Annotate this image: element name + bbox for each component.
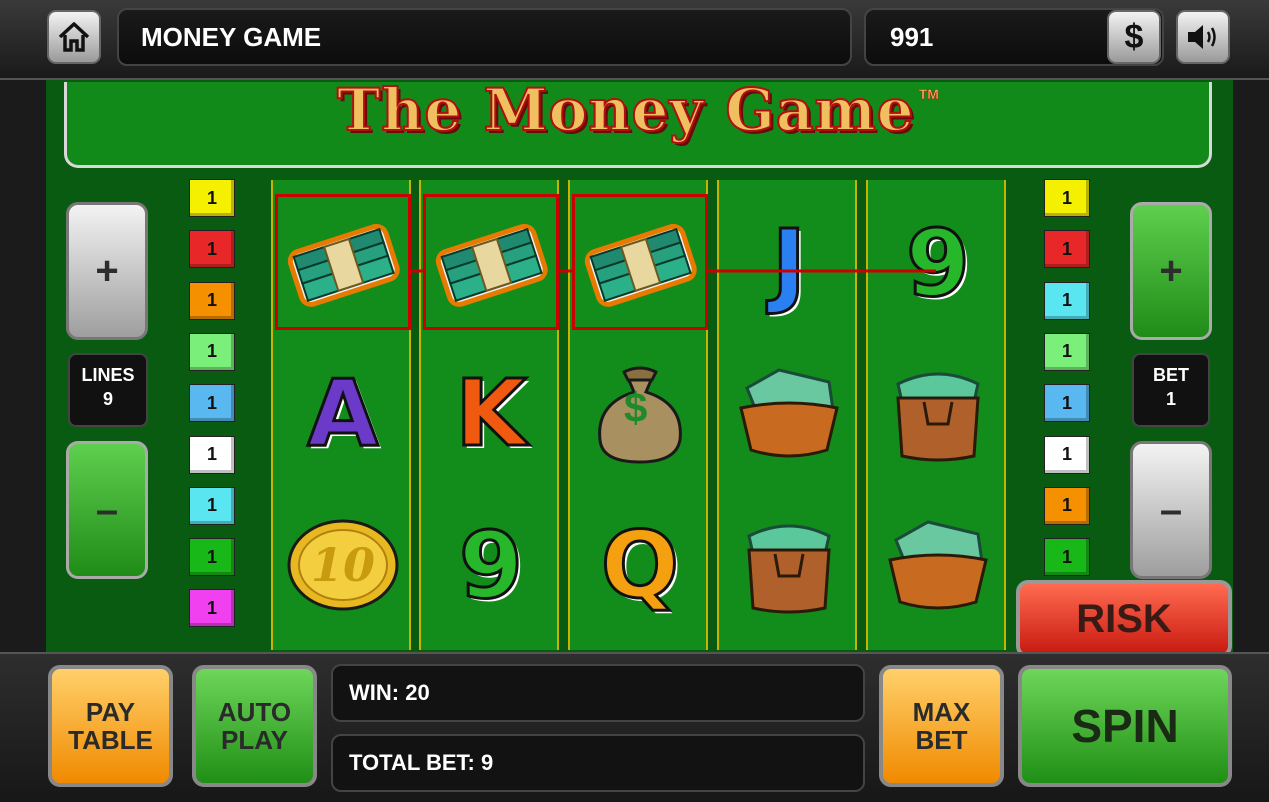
auto-play-label-1: AUTO [217, 697, 292, 727]
auto-play-button[interactable]: AUTO PLAY [192, 665, 317, 787]
win-panel: WIN: 20 [331, 664, 865, 722]
max-bet-label-2: BET [915, 725, 968, 755]
spin-label: SPIN [1071, 700, 1179, 752]
risk-button[interactable]: RISK [1016, 580, 1232, 658]
total-bet-panel: TOTAL BET: 9 [331, 734, 865, 792]
max-bet-button[interactable]: MAX BET [879, 665, 1004, 787]
win-value: 20 [405, 680, 430, 705]
pay-table-label-2: TABLE [68, 725, 153, 755]
pay-table-button[interactable]: PAY TABLE [48, 665, 173, 787]
spin-button[interactable]: SPIN [1018, 665, 1232, 787]
total-bet-label: TOTAL BET: [349, 750, 475, 775]
max-bet-label-1: MAX [912, 697, 971, 727]
win-label: WIN: [349, 680, 400, 705]
pay-table-label-1: PAY [85, 697, 136, 727]
total-bet-value: 9 [481, 750, 494, 775]
auto-play-label-2: PLAY [221, 725, 288, 755]
risk-label: RISK [1076, 596, 1172, 641]
